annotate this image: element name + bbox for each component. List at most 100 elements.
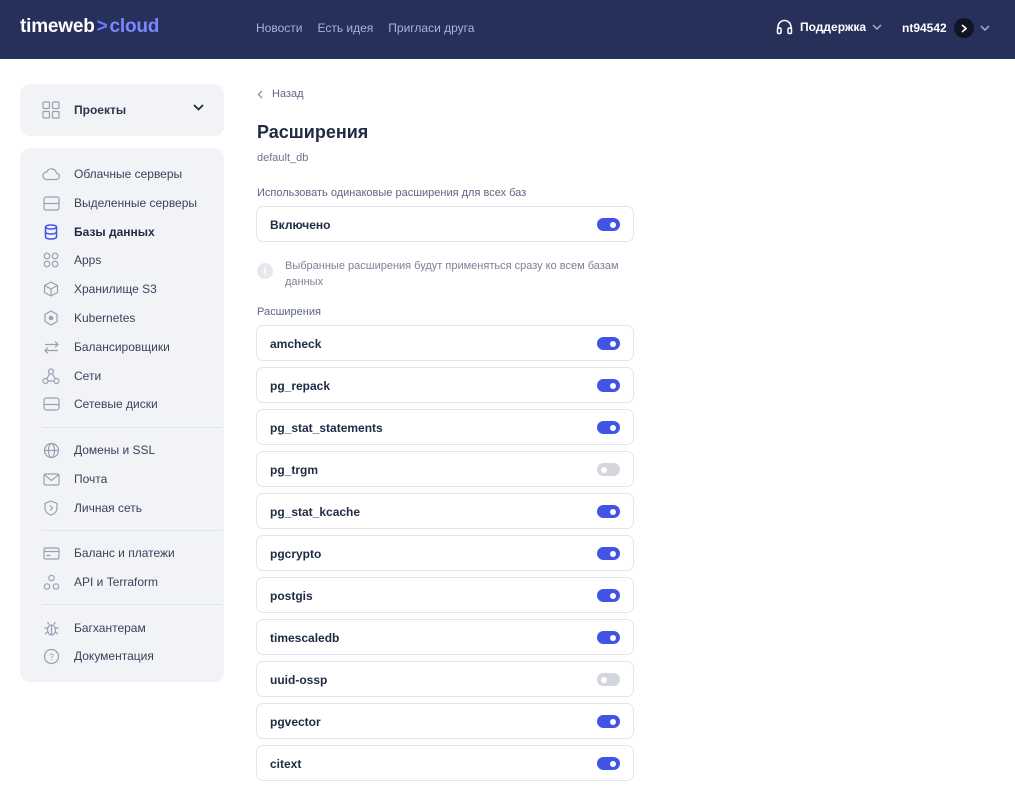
sidebar-item-mail[interactable]: Почта: [42, 469, 107, 489]
database-icon: [42, 223, 60, 241]
support-label: Поддержка: [800, 20, 867, 34]
extension-toggle[interactable]: [597, 421, 620, 434]
back-label: Назад: [272, 88, 304, 100]
extension-row-pg-stat-kcache[interactable]: pg_stat_kcache: [256, 493, 634, 529]
extension-row-pg-stat-statements[interactable]: pg_stat_statements: [256, 409, 634, 445]
top-bar: timeweb > cloud Новости Есть идея Пригла…: [0, 0, 1015, 59]
sidebar-item-label: Облачные серверы: [74, 167, 183, 181]
info-note: i Выбранные расширения будут применяться…: [257, 258, 637, 290]
extension-toggle[interactable]: [597, 463, 620, 476]
nav-link-news[interactable]: Новости: [256, 21, 302, 35]
nav-link-idea[interactable]: Есть идея: [317, 21, 373, 35]
sidebar-item-label: Выделенные серверы: [74, 196, 198, 210]
extension-toggle[interactable]: [597, 715, 620, 728]
extension-toggle[interactable]: [597, 547, 620, 560]
sidebar-item-label: Личная сеть: [74, 501, 142, 515]
logo[interactable]: timeweb > cloud: [20, 16, 159, 38]
info-icon: i: [257, 263, 273, 279]
sidebar-item-label: Домены и SSL: [74, 443, 156, 457]
kubernetes-icon: [42, 309, 60, 327]
extension-toggle[interactable]: [597, 337, 620, 350]
sidebar-item-private-network[interactable]: Личная сеть: [42, 498, 142, 518]
logo-accent: cloud: [109, 16, 160, 37]
extension-toggle[interactable]: [597, 673, 620, 686]
extension-row-pgcrypto[interactable]: pgcrypto: [256, 535, 634, 571]
sidebar-divider: [42, 427, 222, 428]
info-text: Выбранные расширения будут применяться с…: [285, 260, 619, 288]
top-nav: Новости Есть идея Пригласи друга: [256, 21, 489, 35]
sidebar-item-networks[interactable]: Сети: [42, 366, 101, 386]
sidebar-item-label: Базы данных: [74, 225, 155, 239]
chevron-down-icon: [872, 24, 882, 30]
sidebar-item-domains-ssl[interactable]: Домены и SSL: [42, 440, 155, 460]
extension-row-amcheck[interactable]: amcheck: [256, 325, 634, 361]
same-extensions-toggle[interactable]: [597, 218, 620, 231]
extension-row-pg-repack[interactable]: pg_repack: [256, 367, 634, 403]
sidebar-item-label: Сети: [74, 369, 102, 383]
extension-row-timescaledb[interactable]: timescaledb: [256, 619, 634, 655]
extension-row-uuid-ossp[interactable]: uuid-ossp: [256, 661, 634, 697]
same-extensions-row[interactable]: Включено: [256, 206, 634, 242]
sidebar-item-kubernetes[interactable]: Kubernetes: [42, 308, 135, 328]
extension-name: pg_stat_kcache: [270, 505, 361, 519]
sidebar-item-label: Apps: [74, 253, 102, 267]
extension-row-pgvector[interactable]: pgvector: [256, 703, 634, 739]
globe-icon: [42, 441, 60, 459]
mail-icon: [42, 470, 60, 488]
nav-link-invite[interactable]: Пригласи друга: [388, 21, 474, 35]
shield-icon: [42, 499, 60, 517]
sidebar-item-balancers[interactable]: Балансировщики: [42, 337, 170, 357]
extension-toggle[interactable]: [597, 631, 620, 644]
bug-icon: [42, 619, 60, 637]
sidebar-item-label: API и Terraform: [74, 575, 159, 589]
sidebar-item-dedicated-servers[interactable]: Выделенные серверы: [42, 193, 197, 213]
extension-toggle[interactable]: [597, 379, 620, 392]
extension-name: pg_stat_statements: [270, 421, 383, 435]
storage-cube-icon: [42, 280, 60, 298]
user-menu[interactable]: nt94542: [902, 18, 990, 38]
sidebar-item-apps[interactable]: Apps: [42, 250, 101, 270]
extension-name: pgvector: [270, 715, 321, 729]
sidebar-item-bug-bounty[interactable]: Багхантерам: [42, 618, 146, 638]
extension-row-citext[interactable]: citext: [256, 745, 634, 781]
back-link[interactable]: Назад: [257, 88, 304, 100]
sidebar-item-databases[interactable]: Базы данных: [42, 222, 155, 242]
apps-icon: [42, 251, 60, 269]
database-name: default_db: [257, 152, 309, 164]
enabled-label: Включено: [270, 218, 331, 232]
logo-separator: >: [96, 16, 108, 37]
extension-toggle[interactable]: [597, 757, 620, 770]
help-icon: ?: [42, 647, 60, 665]
sidebar-item-api-terraform[interactable]: API и Terraform: [42, 572, 158, 592]
user-arrow-button[interactable]: [953, 18, 974, 38]
same-extensions-label: Использовать одинаковые расширения для в…: [257, 187, 527, 199]
sidebar-item-s3-storage[interactable]: Хранилище S3: [42, 279, 157, 299]
server-icon: [42, 194, 60, 212]
disk-icon: [42, 395, 60, 413]
svg-text:?: ?: [48, 652, 53, 662]
sidebar-item-label: Kubernetes: [74, 311, 136, 325]
sidebar-item-balance-payments[interactable]: Баланс и платежи: [42, 543, 175, 563]
card-icon: [42, 544, 60, 562]
sidebar-item-network-disks[interactable]: Сетевые диски: [42, 394, 158, 414]
sidebar-item-docs[interactable]: ? Документация: [42, 646, 154, 666]
sidebar-item-label: Балансировщики: [74, 340, 170, 354]
extension-toggle[interactable]: [597, 505, 620, 518]
username: nt94542: [902, 21, 947, 35]
projects-grid-icon: [42, 101, 60, 119]
sidebar-item-label: Баланс и платежи: [74, 546, 175, 560]
projects-dropdown[interactable]: Проекты: [20, 84, 224, 136]
extension-name: citext: [270, 757, 302, 771]
extension-row-pg-trgm[interactable]: pg_trgm: [256, 451, 634, 487]
balancer-arrows-icon: [42, 338, 60, 356]
extension-toggle[interactable]: [597, 589, 620, 602]
chevron-down-icon: [980, 25, 990, 31]
sidebar-divider: [42, 604, 222, 605]
support-menu[interactable]: Поддержка: [776, 19, 889, 35]
extension-row-postgis[interactable]: postgis: [256, 577, 634, 613]
chevron-left-icon: [257, 90, 263, 98]
sidebar-item-label: Багхантерам: [74, 621, 146, 635]
extension-name: postgis: [270, 589, 313, 603]
extensions-label: Расширения: [257, 306, 321, 318]
sidebar-item-cloud-servers[interactable]: Облачные серверы: [42, 164, 182, 184]
